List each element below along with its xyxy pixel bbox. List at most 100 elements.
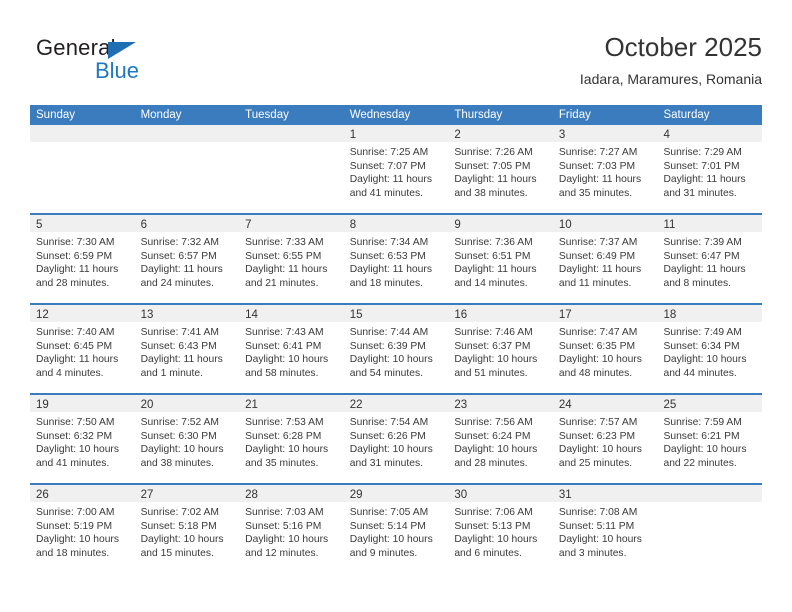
day-cell[interactable]: 27 Sunrise: 7:02 AM Sunset: 5:18 PM Dayligh… <box>134 485 240 573</box>
day-number: 2 <box>454 129 461 141</box>
day-info: Sunrise: 7:37 AM Sunset: 6:49 PM Daylight:… <box>553 232 658 290</box>
day-number: 15 <box>349 309 363 321</box>
daylight-text-line1: Daylight: 11 hours <box>454 264 537 276</box>
sunrise-text: Sunrise: 7:40 AM <box>36 327 115 338</box>
day-info: Sunrise: 7:49 AM Sunset: 6:34 PM Daylight:… <box>657 322 762 380</box>
sunset-text: Sunset: 6:34 PM <box>663 340 740 352</box>
day-cell[interactable]: 2 Sunrise: 7:26 AM Sunset: 7:05 PM Daylight… <box>448 125 553 213</box>
sunrise-text: Sunrise: 7:49 AM <box>663 327 742 338</box>
day-number: 24 <box>558 399 572 411</box>
daylight-text-line1: Daylight: 11 hours <box>36 264 119 276</box>
sunset-text: Sunset: 6:32 PM <box>36 430 113 442</box>
day-cell[interactable]: 13 Sunrise: 7:41 AM Sunset: 6:43 PM Dayligh… <box>134 305 240 393</box>
day-cell[interactable]: 8 Sunrise: 7:34 AM Sunset: 6:53 PM Daylight… <box>343 215 449 303</box>
day-number: 8 <box>349 219 357 231</box>
day-number: 17 <box>558 309 572 321</box>
sunset-text: Sunset: 5:18 PM <box>140 520 217 532</box>
sunset-text: Sunset: 6:24 PM <box>454 430 531 442</box>
day-cell[interactable]: 9 Sunrise: 7:36 AM Sunset: 6:51 PM Daylight… <box>448 215 553 303</box>
day-info: Sunrise: 7:43 AM Sunset: 6:41 PM Daylight:… <box>239 322 344 380</box>
day-number: 23 <box>454 399 468 411</box>
day-cell[interactable]: 31 Sunrise: 7:08 AM Sunset: 5:11 PM Dayligh… <box>552 485 658 573</box>
sunrise-text: Sunrise: 7:26 AM <box>454 147 533 158</box>
sunset-text: Sunset: 6:39 PM <box>349 340 426 352</box>
day-cell[interactable]: 22 Sunrise: 7:54 AM Sunset: 6:26 PM Dayligh… <box>343 395 449 483</box>
day-cell[interactable]: 14 Sunrise: 7:43 AM Sunset: 6:41 PM Dayligh… <box>239 305 344 393</box>
sunset-text: Sunset: 6:53 PM <box>349 250 426 262</box>
day-cell[interactable]: 28 Sunrise: 7:03 AM Sunset: 5:16 PM Dayligh… <box>239 485 344 573</box>
daylight-text-line1: Daylight: 11 hours <box>663 264 746 276</box>
day-info: Sunrise: 7:54 AM Sunset: 6:26 PM Daylight:… <box>344 412 449 470</box>
day-cell[interactable]: 17 Sunrise: 7:47 AM Sunset: 6:35 PM Dayligh… <box>552 305 658 393</box>
sunset-text: Sunset: 7:07 PM <box>349 160 426 172</box>
daylight-text-line1: Daylight: 11 hours <box>349 174 432 186</box>
day-cell[interactable]: 20 Sunrise: 7:52 AM Sunset: 6:30 PM Dayligh… <box>134 395 240 483</box>
day-number-band: 9 <box>448 215 553 232</box>
day-number-band: 27 <box>134 485 240 502</box>
day-cell[interactable]: 12 Sunrise: 7:40 AM Sunset: 6:45 PM Dayligh… <box>30 305 135 393</box>
day-number: 19 <box>36 399 49 411</box>
day-cell[interactable]: 21 Sunrise: 7:53 AM Sunset: 6:28 PM Dayligh… <box>239 395 344 483</box>
daylight-text-line2: and 3 minutes. <box>558 547 627 559</box>
sunset-text: Sunset: 6:35 PM <box>558 340 636 352</box>
day-info: Sunrise: 7:05 AM Sunset: 5:14 PM Daylight:… <box>344 502 449 560</box>
daylight-text-line1: Daylight: 11 hours <box>140 354 223 366</box>
day-cell[interactable]: 19 Sunrise: 7:50 AM Sunset: 6:32 PM Dayligh… <box>30 395 135 483</box>
daylight-text-line2: and 38 minutes. <box>454 187 528 199</box>
day-number-band: 15 <box>343 305 449 322</box>
day-cell[interactable]: 25 Sunrise: 7:59 AM Sunset: 6:21 PM Dayligh… <box>657 395 763 483</box>
sunrise-text: Sunrise: 7:27 AM <box>558 147 638 158</box>
sunset-text: Sunset: 7:01 PM <box>663 160 740 172</box>
day-cell[interactable]: 24 Sunrise: 7:57 AM Sunset: 6:23 PM Dayligh… <box>552 395 658 483</box>
day-cell[interactable]: 16 Sunrise: 7:46 AM Sunset: 6:37 PM Dayligh… <box>448 305 553 393</box>
sunrise-text: Sunrise: 7:05 AM <box>349 507 429 518</box>
sunset-text: Sunset: 6:21 PM <box>663 430 740 442</box>
day-number-band: 13 <box>134 305 240 322</box>
day-number: 13 <box>140 309 154 321</box>
daylight-text-line2: and 31 minutes. <box>663 187 737 199</box>
day-cell[interactable]: 30 Sunrise: 7:06 AM Sunset: 5:13 PM Dayligh… <box>448 485 553 573</box>
day-cell[interactable]: 11 Sunrise: 7:39 AM Sunset: 6:47 PM Dayligh… <box>657 215 763 303</box>
sunset-text: Sunset: 7:03 PM <box>558 160 636 172</box>
calendar-grid: Sunday Monday Tuesday Wednesday Thursday… <box>30 105 763 573</box>
daylight-text-line2: and 28 minutes. <box>454 457 528 469</box>
day-cell[interactable]: 3 Sunrise: 7:27 AM Sunset: 7:03 PM Daylight… <box>552 125 658 213</box>
general-blue-logo[interactable]: General Blue <box>36 36 166 88</box>
daylight-text-line1: Daylight: 10 hours <box>245 354 329 366</box>
day-cell[interactable]: 4 Sunrise: 7:29 AM Sunset: 7:01 PM Daylight… <box>657 125 763 213</box>
weekday-header-monday: Monday <box>140 109 182 121</box>
day-info: Sunrise: 7:39 AM Sunset: 6:47 PM Daylight:… <box>657 232 762 290</box>
daylight-text-line1: Daylight: 10 hours <box>36 444 119 456</box>
sunset-text: Sunset: 7:05 PM <box>454 160 531 172</box>
day-cell[interactable]: 6 Sunrise: 7:32 AM Sunset: 6:57 PM Daylight… <box>134 215 240 303</box>
sunrise-text: Sunrise: 7:06 AM <box>454 507 533 518</box>
sunrise-text: Sunrise: 7:39 AM <box>663 237 742 248</box>
day-cell[interactable]: 29 Sunrise: 7:05 AM Sunset: 5:14 PM Dayligh… <box>343 485 449 573</box>
day-number-band <box>239 125 344 142</box>
day-info: Sunrise: 7:56 AM Sunset: 6:24 PM Daylight:… <box>448 412 553 470</box>
daylight-text-line2: and 1 minute. <box>140 367 203 379</box>
sunset-text: Sunset: 5:14 PM <box>349 520 426 532</box>
daylight-text-line2: and 14 minutes. <box>454 277 528 289</box>
day-info: Sunrise: 7:46 AM Sunset: 6:37 PM Daylight:… <box>448 322 553 380</box>
weekday-header-row: Sunday Monday Tuesday Wednesday Thursday… <box>30 105 762 125</box>
day-cell[interactable]: 23 Sunrise: 7:56 AM Sunset: 6:24 PM Dayligh… <box>448 395 553 483</box>
day-number-band <box>30 125 135 142</box>
day-number-band: 21 <box>239 395 344 412</box>
sunset-text: Sunset: 6:59 PM <box>36 250 113 262</box>
day-cell[interactable]: 26 Sunrise: 7:00 AM Sunset: 5:19 PM Dayligh… <box>30 485 135 573</box>
day-cell-empty <box>134 125 240 213</box>
day-number: 14 <box>245 309 258 321</box>
day-cell[interactable]: 7 Sunrise: 7:33 AM Sunset: 6:55 PM Daylight… <box>239 215 344 303</box>
sunset-text: Sunset: 6:41 PM <box>245 340 322 352</box>
daylight-text-line2: and 8 minutes. <box>663 277 732 289</box>
daylight-text-line2: and 15 minutes. <box>140 547 214 559</box>
day-cell[interactable]: 1 Sunrise: 7:25 AM Sunset: 7:07 PM Daylight… <box>343 125 449 213</box>
daylight-text-line1: Daylight: 11 hours <box>454 174 537 186</box>
day-cell[interactable]: 15 Sunrise: 7:44 AM Sunset: 6:39 PM Dayligh… <box>343 305 449 393</box>
daylight-text-line1: Daylight: 11 hours <box>140 264 223 276</box>
day-cell[interactable]: 18 Sunrise: 7:49 AM Sunset: 6:34 PM Dayligh… <box>657 305 763 393</box>
day-info: Sunrise: 7:36 AM Sunset: 6:51 PM Daylight:… <box>448 232 553 290</box>
day-cell[interactable]: 10 Sunrise: 7:37 AM Sunset: 6:49 PM Dayligh… <box>552 215 658 303</box>
day-cell[interactable]: 5 Sunrise: 7:30 AM Sunset: 6:59 PM Daylight… <box>30 215 135 303</box>
